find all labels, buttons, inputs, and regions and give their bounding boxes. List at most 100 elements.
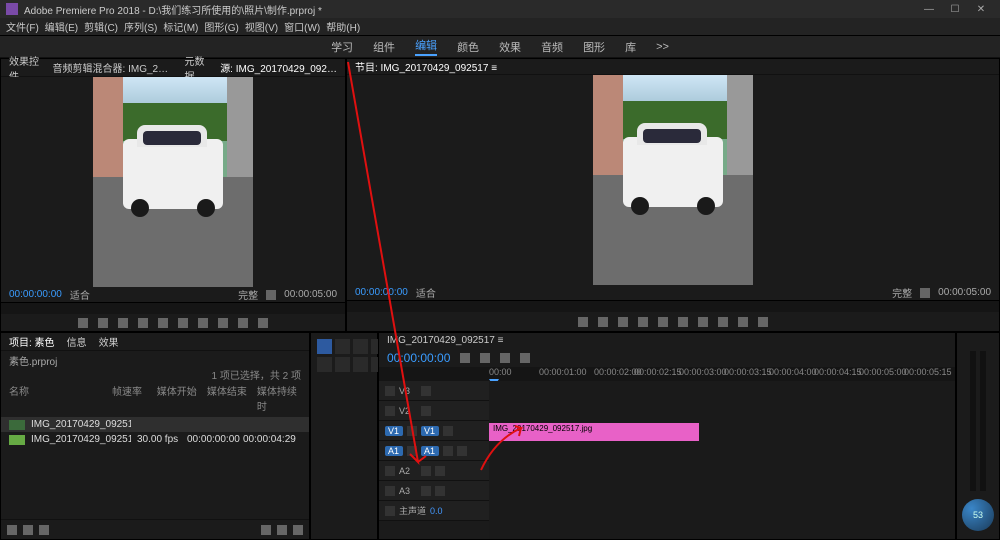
track-master[interactable]: 主声道0.0 (379, 501, 489, 521)
workspace-library[interactable]: 库 (625, 39, 636, 55)
lock-icon[interactable] (407, 446, 417, 456)
track-v1[interactable]: V1V1 (379, 421, 489, 441)
menu-graphics[interactable]: 图形(G) (204, 19, 238, 34)
mute-icon[interactable] (443, 446, 453, 456)
menu-marker[interactable]: 标记(M) (163, 19, 198, 34)
play-icon[interactable] (658, 317, 668, 327)
menu-help[interactable]: 帮助(H) (326, 19, 360, 34)
program-tc-left[interactable]: 00:00:00:00 (355, 287, 408, 298)
lift-icon[interactable] (718, 317, 728, 327)
track-select-tool-icon[interactable] (335, 339, 350, 354)
program-zoom-label[interactable]: 完整 (892, 285, 912, 300)
col-end[interactable]: 媒体结束 (207, 383, 251, 413)
insert-icon[interactable] (218, 318, 228, 328)
mark-in-icon[interactable] (78, 318, 88, 328)
menu-file[interactable]: 文件(F) (6, 19, 39, 34)
source-viewer[interactable] (1, 77, 345, 287)
col-rate[interactable]: 帧速率 (112, 383, 151, 413)
eye-icon[interactable] (443, 426, 453, 436)
program-viewer[interactable] (347, 75, 999, 285)
slip-tool-icon[interactable] (317, 357, 332, 372)
step-back-icon[interactable] (638, 317, 648, 327)
col-dur[interactable]: 媒体持续时 (257, 383, 301, 413)
go-to-out-icon[interactable] (698, 317, 708, 327)
lock-icon[interactable] (407, 426, 417, 436)
step-forward-icon[interactable] (678, 317, 688, 327)
solo-icon[interactable] (435, 486, 445, 496)
new-item-icon[interactable] (277, 525, 287, 535)
tab-audio-clip-mixer[interactable]: 音频剪辑混合器: IMG_20170429_092517 (53, 60, 173, 75)
source-zoom-label[interactable]: 完整 (238, 287, 258, 302)
overwrite-icon[interactable] (238, 318, 248, 328)
col-name[interactable]: 名称 (9, 383, 106, 413)
mute-icon[interactable] (421, 466, 431, 476)
timeline-tab[interactable]: IMG_20170429_092517 ≡ (379, 333, 955, 349)
mark-in-icon[interactable] (578, 317, 588, 327)
linked-selection-icon[interactable] (480, 353, 490, 363)
source-fit-label[interactable]: 适合 (70, 287, 90, 302)
extract-icon[interactable] (738, 317, 748, 327)
mark-out-icon[interactable] (98, 318, 108, 328)
workspace-audio[interactable]: 音频 (541, 39, 563, 55)
go-to-out-icon[interactable] (198, 318, 208, 328)
project-list[interactable]: IMG_20170429_092517 IMG_20170429_092517 … (1, 415, 309, 519)
go-to-in-icon[interactable] (118, 318, 128, 328)
solo-icon[interactable] (435, 466, 445, 476)
selection-tool-icon[interactable] (317, 339, 332, 354)
tab-info[interactable]: 信息 (67, 334, 87, 349)
track-a3[interactable]: A3 (379, 481, 489, 501)
timeline-clip-v1[interactable]: IMG_20170429_092517.jpg (489, 423, 699, 441)
track-body[interactable]: IMG_20170429_092517.jpg (489, 381, 955, 539)
audio-gain-knob[interactable]: 53 (962, 499, 994, 531)
ripple-tool-icon[interactable] (353, 339, 368, 354)
solo-icon[interactable] (457, 446, 467, 456)
step-back-icon[interactable] (138, 318, 148, 328)
menu-clip[interactable]: 剪辑(C) (84, 19, 118, 34)
workspace-overflow[interactable]: >> (656, 41, 669, 53)
timeline-tc[interactable]: 00:00:00:00 (387, 351, 450, 365)
pen-tool-icon[interactable] (335, 357, 350, 372)
track-v3[interactable]: V3 (379, 381, 489, 401)
play-icon[interactable] (158, 318, 168, 328)
program-fit-label[interactable]: 适合 (416, 285, 436, 300)
source-tc-left[interactable]: 00:00:00:00 (9, 289, 62, 300)
list-view-icon[interactable] (7, 525, 17, 535)
lock-icon[interactable] (385, 486, 395, 496)
workspace-assembly[interactable]: 组件 (373, 39, 395, 55)
tab-program[interactable]: 节目: IMG_20170429_092517 ≡ (355, 59, 497, 74)
snap-icon[interactable] (460, 353, 470, 363)
track-a1[interactable]: A1A1 (379, 441, 489, 461)
window-maximize-button[interactable]: ☐ (942, 4, 968, 15)
trash-icon[interactable] (293, 525, 303, 535)
track-v2[interactable]: V2 (379, 401, 489, 421)
tab-project[interactable]: 项目: 素色 (9, 334, 55, 349)
col-start[interactable]: 媒体开始 (157, 383, 201, 413)
project-item[interactable]: IMG_20170429_092517 (1, 417, 309, 432)
workspace-color[interactable]: 颜色 (457, 39, 479, 55)
export-frame-icon[interactable] (758, 317, 768, 327)
tab-source[interactable]: 源: IMG_20170429_092517.jpg ≡ (220, 60, 337, 75)
marker-icon[interactable] (500, 353, 510, 363)
freeform-view-icon[interactable] (39, 525, 49, 535)
program-ruler[interactable] (347, 300, 999, 312)
mark-out-icon[interactable] (598, 317, 608, 327)
eye-icon[interactable] (421, 386, 431, 396)
workspace-graphics[interactable]: 图形 (583, 39, 605, 55)
export-frame-icon[interactable] (258, 318, 268, 328)
timeline-ruler[interactable]: 00:00 00:00:01:00 00:00:02:00 00:00:02:1… (379, 367, 955, 381)
workspace-effects[interactable]: 效果 (499, 39, 521, 55)
mute-icon[interactable] (421, 486, 431, 496)
menu-window[interactable]: 窗口(W) (284, 19, 320, 34)
workspace-learning[interactable]: 学习 (331, 39, 353, 55)
settings-icon[interactable] (520, 353, 530, 363)
wrench-icon[interactable] (266, 290, 276, 300)
go-to-in-icon[interactable] (618, 317, 628, 327)
new-bin-icon[interactable] (261, 525, 271, 535)
menu-view[interactable]: 视图(V) (245, 19, 278, 34)
lock-icon[interactable] (385, 386, 395, 396)
hand-tool-icon[interactable] (353, 357, 368, 372)
track-a2[interactable]: A2 (379, 461, 489, 481)
lock-icon[interactable] (385, 406, 395, 416)
lock-icon[interactable] (385, 466, 395, 476)
menu-edit[interactable]: 编辑(E) (45, 19, 78, 34)
